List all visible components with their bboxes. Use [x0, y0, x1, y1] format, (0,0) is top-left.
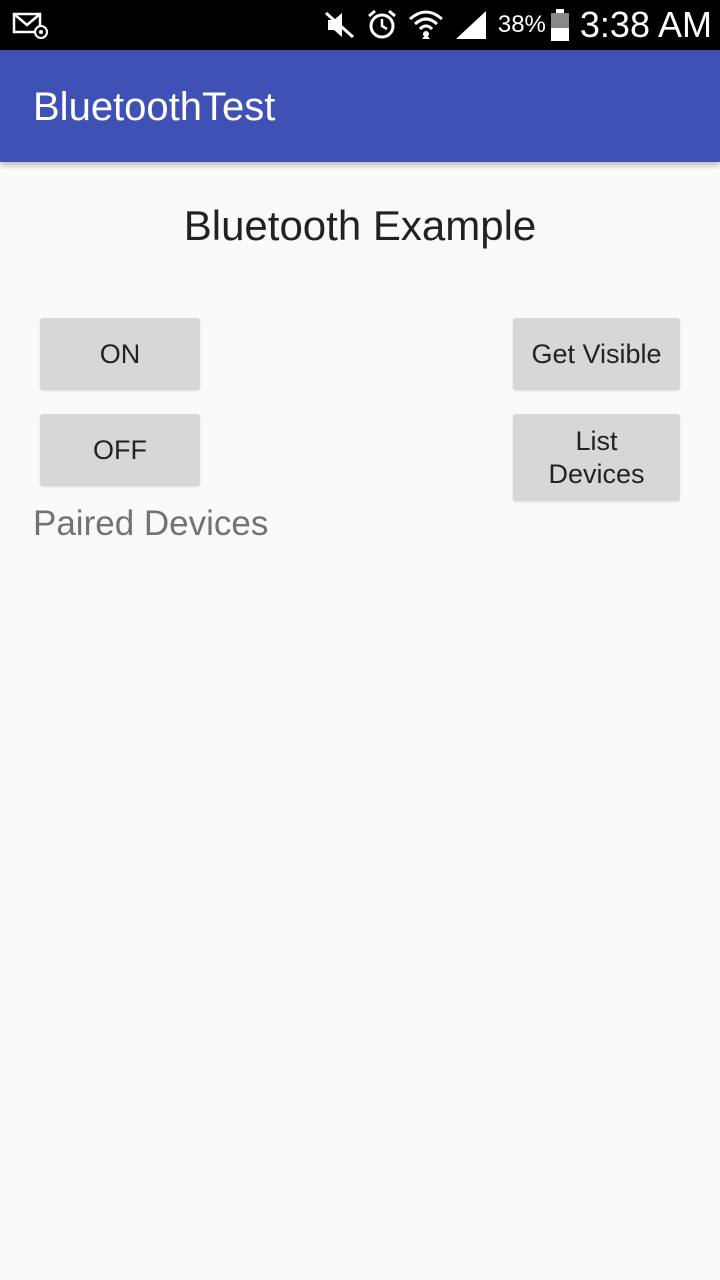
alarm-icon	[366, 9, 398, 41]
get-visible-button[interactable]: Get Visible	[513, 318, 680, 390]
list-devices-button[interactable]: List Devices	[513, 414, 680, 501]
signal-icon	[454, 9, 488, 41]
battery-icon	[550, 8, 570, 42]
email-notification-icon	[12, 10, 48, 45]
mute-icon	[324, 10, 356, 40]
app-title: BluetoothTest	[33, 85, 276, 129]
app-bar: BluetoothTest	[0, 50, 720, 162]
wifi-icon	[408, 9, 444, 41]
battery-percent: 38%	[497, 11, 546, 38]
paired-devices-label: Paired Devices	[33, 504, 269, 543]
main-content: Bluetooth Example ON OFF Get Visible Lis…	[0, 162, 720, 1280]
status-bar: 38% 3:38 AM	[0, 0, 720, 50]
on-button[interactable]: ON	[40, 318, 200, 390]
clock: 3:38 AM	[579, 4, 712, 45]
page-heading: Bluetooth Example	[183, 202, 537, 249]
off-button[interactable]: OFF	[40, 414, 200, 486]
